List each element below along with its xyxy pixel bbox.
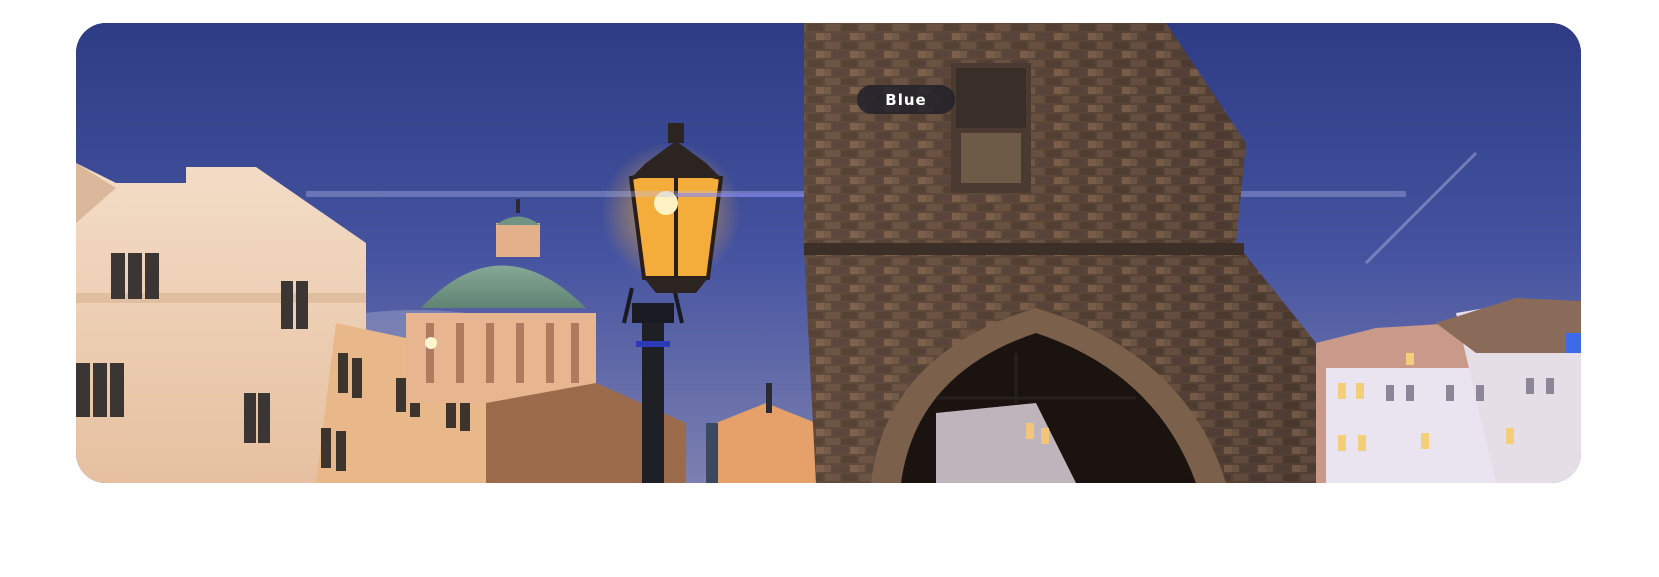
- scene-photo: [76, 23, 1581, 483]
- photo-viewer[interactable]: Blue: [76, 23, 1581, 483]
- image-label-text: Blue: [885, 90, 927, 109]
- image-label-badge: Blue: [857, 85, 955, 114]
